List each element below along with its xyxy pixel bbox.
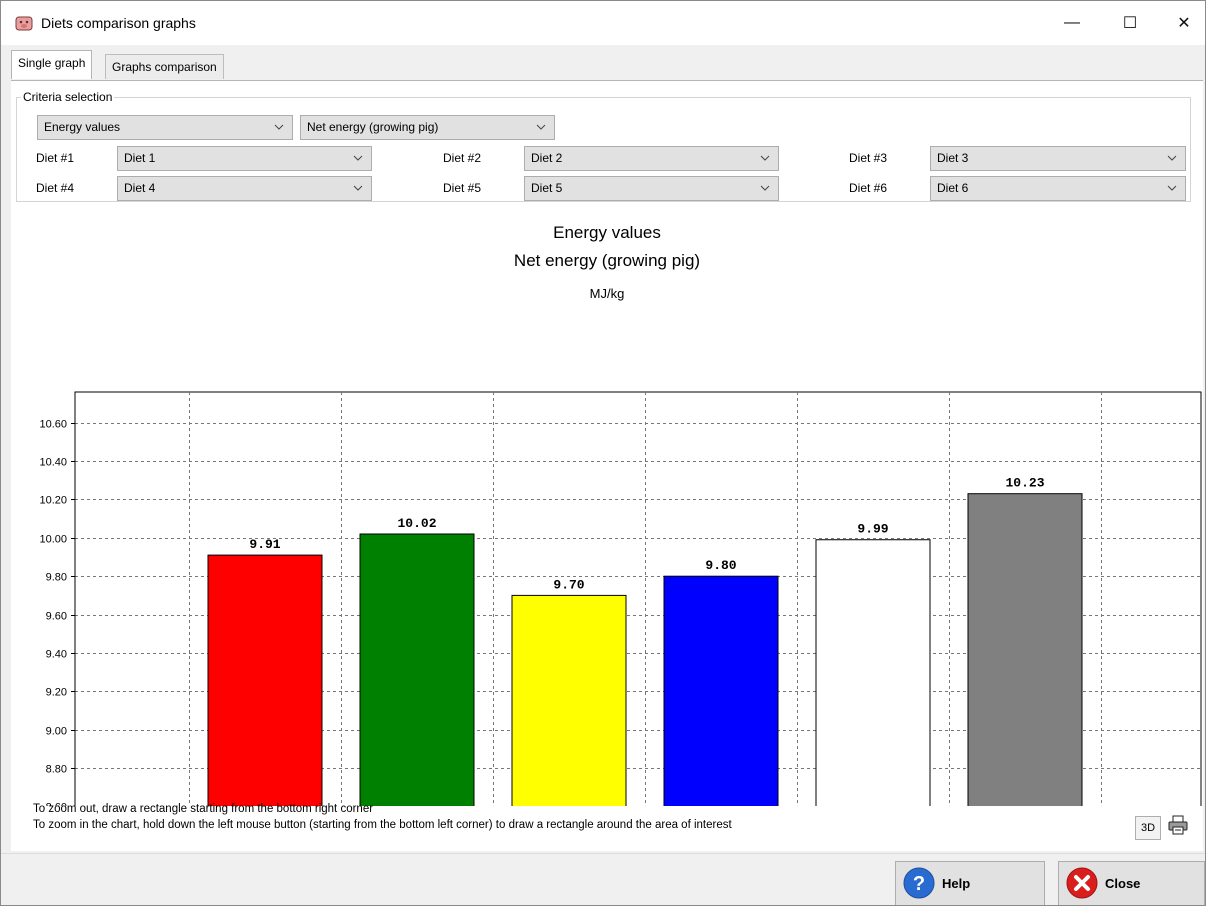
diet-1-select[interactable]: Diet 1 xyxy=(117,146,372,171)
maximize-button[interactable]: ☐ xyxy=(1107,1,1153,45)
zoom-out-hint: To zoom out, draw a rectangle starting f… xyxy=(33,803,374,815)
tab-graphs-comparison[interactable]: Graphs comparison xyxy=(105,54,224,79)
window-close-button[interactable]: ✕ xyxy=(1161,1,1205,45)
diet-2-select[interactable]: Diet 2 xyxy=(524,146,779,171)
diet-5-select[interactable]: Diet 5 xyxy=(524,176,779,201)
y-tick-label: 10.00 xyxy=(39,534,67,546)
chart-title: Energy values xyxy=(553,223,661,242)
svg-text:?: ? xyxy=(913,873,925,895)
data-label: 10.02 xyxy=(397,516,436,531)
diet-3-select[interactable]: Diet 3 xyxy=(930,146,1186,171)
criteria-legend: Criteria selection xyxy=(23,90,113,104)
bar-1 xyxy=(207,554,323,806)
chevron-down-icon xyxy=(353,185,363,191)
title-bar: Diets comparison graphs — ☐ ✕ xyxy=(1,1,1205,45)
chart-subtitle: Net energy (growing pig) xyxy=(513,251,701,270)
diet-3-label: Diet #3 xyxy=(849,151,888,165)
chevron-down-icon xyxy=(353,155,363,161)
y-tick-label: 10.60 xyxy=(39,419,67,431)
diets-comparison-window: Diets comparison graphs — ☐ ✕ Single gra… xyxy=(0,0,1206,906)
chevron-down-icon xyxy=(1167,155,1177,161)
minimize-button[interactable]: — xyxy=(1049,1,1095,45)
close-icon xyxy=(1066,867,1098,899)
chevron-down-icon xyxy=(536,124,546,130)
diet-6-select[interactable]: Diet 6 xyxy=(930,176,1186,201)
single-graph-panel: Criteria selection Energy values Net ene… xyxy=(11,80,1203,851)
diet-4-label: Diet #4 xyxy=(36,181,75,195)
bar-3 xyxy=(511,594,627,806)
diet-3-value: Diet 3 xyxy=(937,151,969,165)
y-tick-label: 9.80 xyxy=(46,572,67,584)
diet-4-value: Diet 4 xyxy=(124,181,156,195)
chevron-down-icon xyxy=(1167,185,1177,191)
close-label: Close xyxy=(1105,876,1141,891)
y-tick-label: 10.20 xyxy=(39,495,67,507)
measure-select[interactable]: Net energy (growing pig) xyxy=(300,115,555,140)
y-tick-label: 9.20 xyxy=(46,687,67,699)
footer-bar: ? Help Close xyxy=(1,853,1205,905)
chart-unit: MJ/kg xyxy=(589,286,625,301)
pig-app-icon xyxy=(15,16,33,31)
chevron-down-icon xyxy=(760,185,770,191)
chevron-down-icon xyxy=(760,155,770,161)
printer-icon xyxy=(1168,815,1188,835)
3d-toggle-button[interactable]: 3D xyxy=(1135,816,1161,840)
data-label: 10.23 xyxy=(1005,476,1044,491)
data-label: 9.70 xyxy=(553,577,584,592)
diet-1-value: Diet 1 xyxy=(124,151,156,165)
diet-6-label: Diet #6 xyxy=(849,181,888,195)
diet-2-label: Diet #2 xyxy=(443,151,482,165)
bar-4 xyxy=(663,575,779,806)
category-select-value: Energy values xyxy=(44,120,121,134)
y-tick-label: 8.80 xyxy=(46,764,67,776)
diet-4-select[interactable]: Diet 4 xyxy=(117,176,372,201)
y-tick-label: 9.00 xyxy=(46,726,67,738)
category-select[interactable]: Energy values xyxy=(37,115,293,140)
data-label: 9.80 xyxy=(705,558,736,573)
print-button[interactable] xyxy=(1165,814,1191,838)
help-button[interactable]: ? Help xyxy=(895,861,1045,905)
close-button[interactable]: Close xyxy=(1058,861,1205,905)
tab-single-graph[interactable]: Single graph xyxy=(11,50,93,79)
y-tick-label: 9.40 xyxy=(46,649,67,661)
zoom-in-hint: To zoom in the chart, hold down the left… xyxy=(33,819,732,831)
window-title: Diets comparison graphs xyxy=(41,15,196,31)
diet-2-value: Diet 2 xyxy=(531,151,563,165)
help-icon: ? xyxy=(903,867,935,899)
tab-strip: Single graph Graphs comparison xyxy=(1,45,1205,81)
diet-6-value: Diet 6 xyxy=(937,181,969,195)
measure-select-value: Net energy (growing pig) xyxy=(307,120,439,134)
bar-chart[interactable]: 8.608.809.009.209.409.609.8010.0010.2010… xyxy=(11,306,1203,806)
bar-2 xyxy=(359,533,475,806)
data-label: 9.99 xyxy=(857,522,888,537)
diet-1-label: Diet #1 xyxy=(36,151,75,165)
diet-5-value: Diet 5 xyxy=(531,181,563,195)
bar-5 xyxy=(815,539,931,806)
diet-5-label: Diet #5 xyxy=(443,181,482,195)
y-tick-label: 10.40 xyxy=(39,457,67,469)
y-tick-label: 9.60 xyxy=(46,611,67,623)
bar-6 xyxy=(967,493,1083,806)
chevron-down-icon xyxy=(274,124,284,130)
data-label: 9.91 xyxy=(249,537,280,552)
help-label: Help xyxy=(942,876,971,891)
criteria-selection-group: Criteria selection Energy values Net ene… xyxy=(16,90,1191,202)
